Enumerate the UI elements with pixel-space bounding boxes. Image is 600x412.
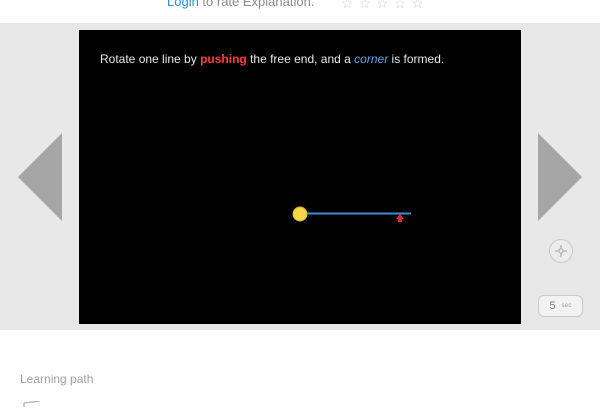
rating-star-3-icon[interactable]: ☆ [376,0,389,12]
rating-star-5-icon[interactable]: ☆ [411,0,424,12]
top-bar: Login to rate Explanation. ☆ ☆ ☆ ☆ ☆ [0,0,600,24]
timer-unit: sec [561,303,572,309]
path-flag-icon [23,400,41,407]
push-arrow-icon[interactable] [396,214,404,222]
pivot-point-icon [292,206,308,222]
learning-path-icon[interactable] [22,394,44,412]
timer-value: 5 [549,300,556,312]
triangle-left-icon [18,133,62,221]
rate-prompt-text: to rate Explanation. [198,0,315,9]
triangle-right-icon [538,133,582,221]
previous-slide-button[interactable] [18,133,62,226]
learning-path-label: Learning path [20,372,94,386]
rating-star-1-icon[interactable]: ☆ [341,0,354,12]
rating-stars: ☆ ☆ ☆ ☆ ☆ [341,0,424,12]
rating-star-4-icon[interactable]: ☆ [394,0,407,12]
timer-counter[interactable]: 5 sec [538,295,583,317]
next-slide-button[interactable] [538,133,582,226]
rating-star-2-icon[interactable]: ☆ [359,0,372,12]
crosshair-button[interactable] [549,239,573,263]
login-link[interactable]: Login [167,0,199,9]
animation-stage[interactable]: Rotate one line by pushing the free end,… [79,30,521,324]
rate-prompt: Login to rate Explanation. [167,0,314,9]
stage-drawing [292,206,411,222]
crosshair-icon [555,245,567,257]
